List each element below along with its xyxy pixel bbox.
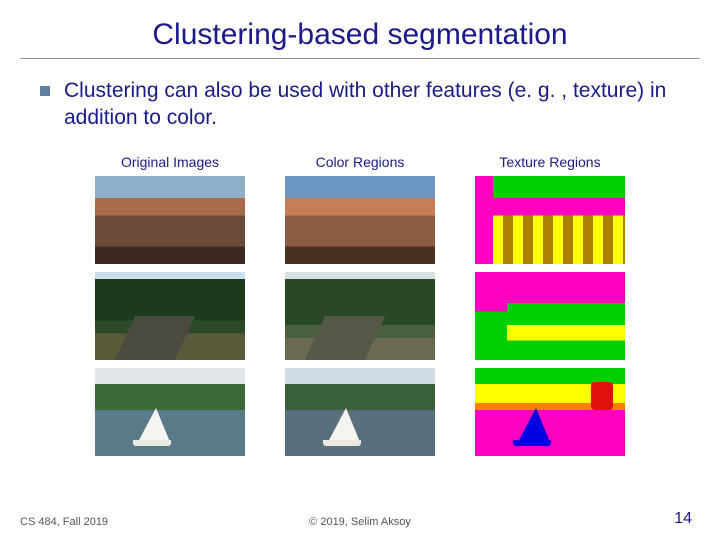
column-headers: Original Images Color Regions Texture Re… [0, 154, 720, 170]
img-building-color-regions [285, 176, 435, 264]
img-sailboat-texture-regions [475, 368, 625, 456]
img-sailboat-original [95, 368, 245, 456]
col-header-original: Original Images [95, 154, 245, 170]
body-text: Clustering can also be used with other f… [64, 77, 680, 132]
body-paragraph: Clustering can also be used with other f… [0, 77, 720, 132]
title-divider [20, 58, 700, 59]
img-sailboat-color-regions [285, 368, 435, 456]
image-grid [0, 176, 720, 456]
grid-row-3 [95, 368, 625, 456]
slide-footer: CS 484, Fall 2019 © 2019, Selim Aksoy 14 [0, 510, 720, 528]
img-building-original [95, 176, 245, 264]
grid-row-1 [95, 176, 625, 264]
img-forest-color-regions [285, 272, 435, 360]
col-header-texture: Texture Regions [475, 154, 625, 170]
img-forest-texture-regions [475, 272, 625, 360]
img-forest-original [95, 272, 245, 360]
bullet-icon [40, 86, 50, 96]
footer-copyright: © 2019, Selim Aksoy [0, 516, 720, 528]
slide-title: Clustering-based segmentation [0, 0, 720, 58]
grid-row-2 [95, 272, 625, 360]
col-header-color: Color Regions [285, 154, 435, 170]
img-building-texture-regions [475, 176, 625, 264]
